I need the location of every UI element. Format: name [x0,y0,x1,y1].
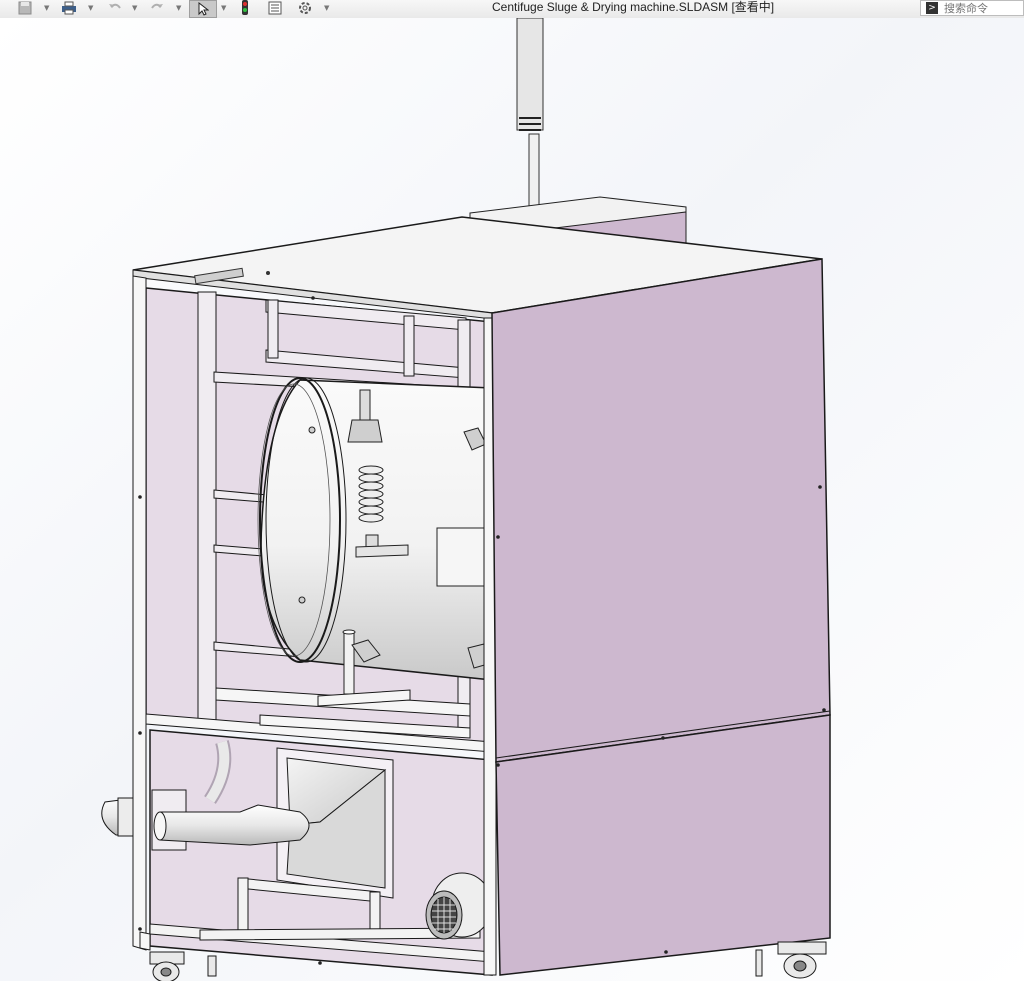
search-commands-box[interactable]: > [920,0,1024,16]
window-title-text: Centifuge Sluge & Drying machine.SLDASM … [492,0,775,14]
centrifuge-drum [257,377,493,695]
save-icon [18,1,32,15]
graphics-area[interactable] [0,17,1024,983]
print-icon [62,1,76,15]
file-properties-button[interactable] [264,0,286,16]
search-commands-input[interactable] [944,1,1014,15]
file-properties-icon [268,1,282,15]
save-dropdown-chevron-icon[interactable]: ▼ [44,4,52,12]
select-button[interactable] [189,0,217,18]
undo-button[interactable] [104,0,126,16]
rebuild-button[interactable] [234,0,256,16]
machine-assembly-model [0,17,1024,983]
select-dropdown-chevron-icon[interactable]: ▼ [221,4,229,12]
redo-button[interactable] [146,0,168,16]
save-button[interactable] [14,0,36,16]
undo-icon [109,3,121,9]
options-button[interactable] [294,0,316,16]
options-dropdown-chevron-icon[interactable]: ▼ [324,4,332,12]
redo-icon [151,3,163,9]
rebuild-traffic-light-icon [242,0,248,15]
print-button[interactable] [58,0,80,16]
options-gear-icon [299,2,311,14]
title-toolbar-bar: ▼ ▼ ▼ ▼ ▼ ▼ Centifuge Sluge & Drying mac… [0,0,1024,19]
print-dropdown-chevron-icon[interactable]: ▼ [88,4,96,12]
undo-dropdown-chevron-icon[interactable]: ▼ [132,4,140,12]
select-cursor-icon [198,2,209,16]
command-prompt-icon: > [926,2,938,14]
window-title: Centifuge Sluge & Drying machine.SLDASM … [420,0,840,15]
right-side-panel-upper [491,258,831,763]
redo-dropdown-chevron-icon[interactable]: ▼ [176,4,184,12]
